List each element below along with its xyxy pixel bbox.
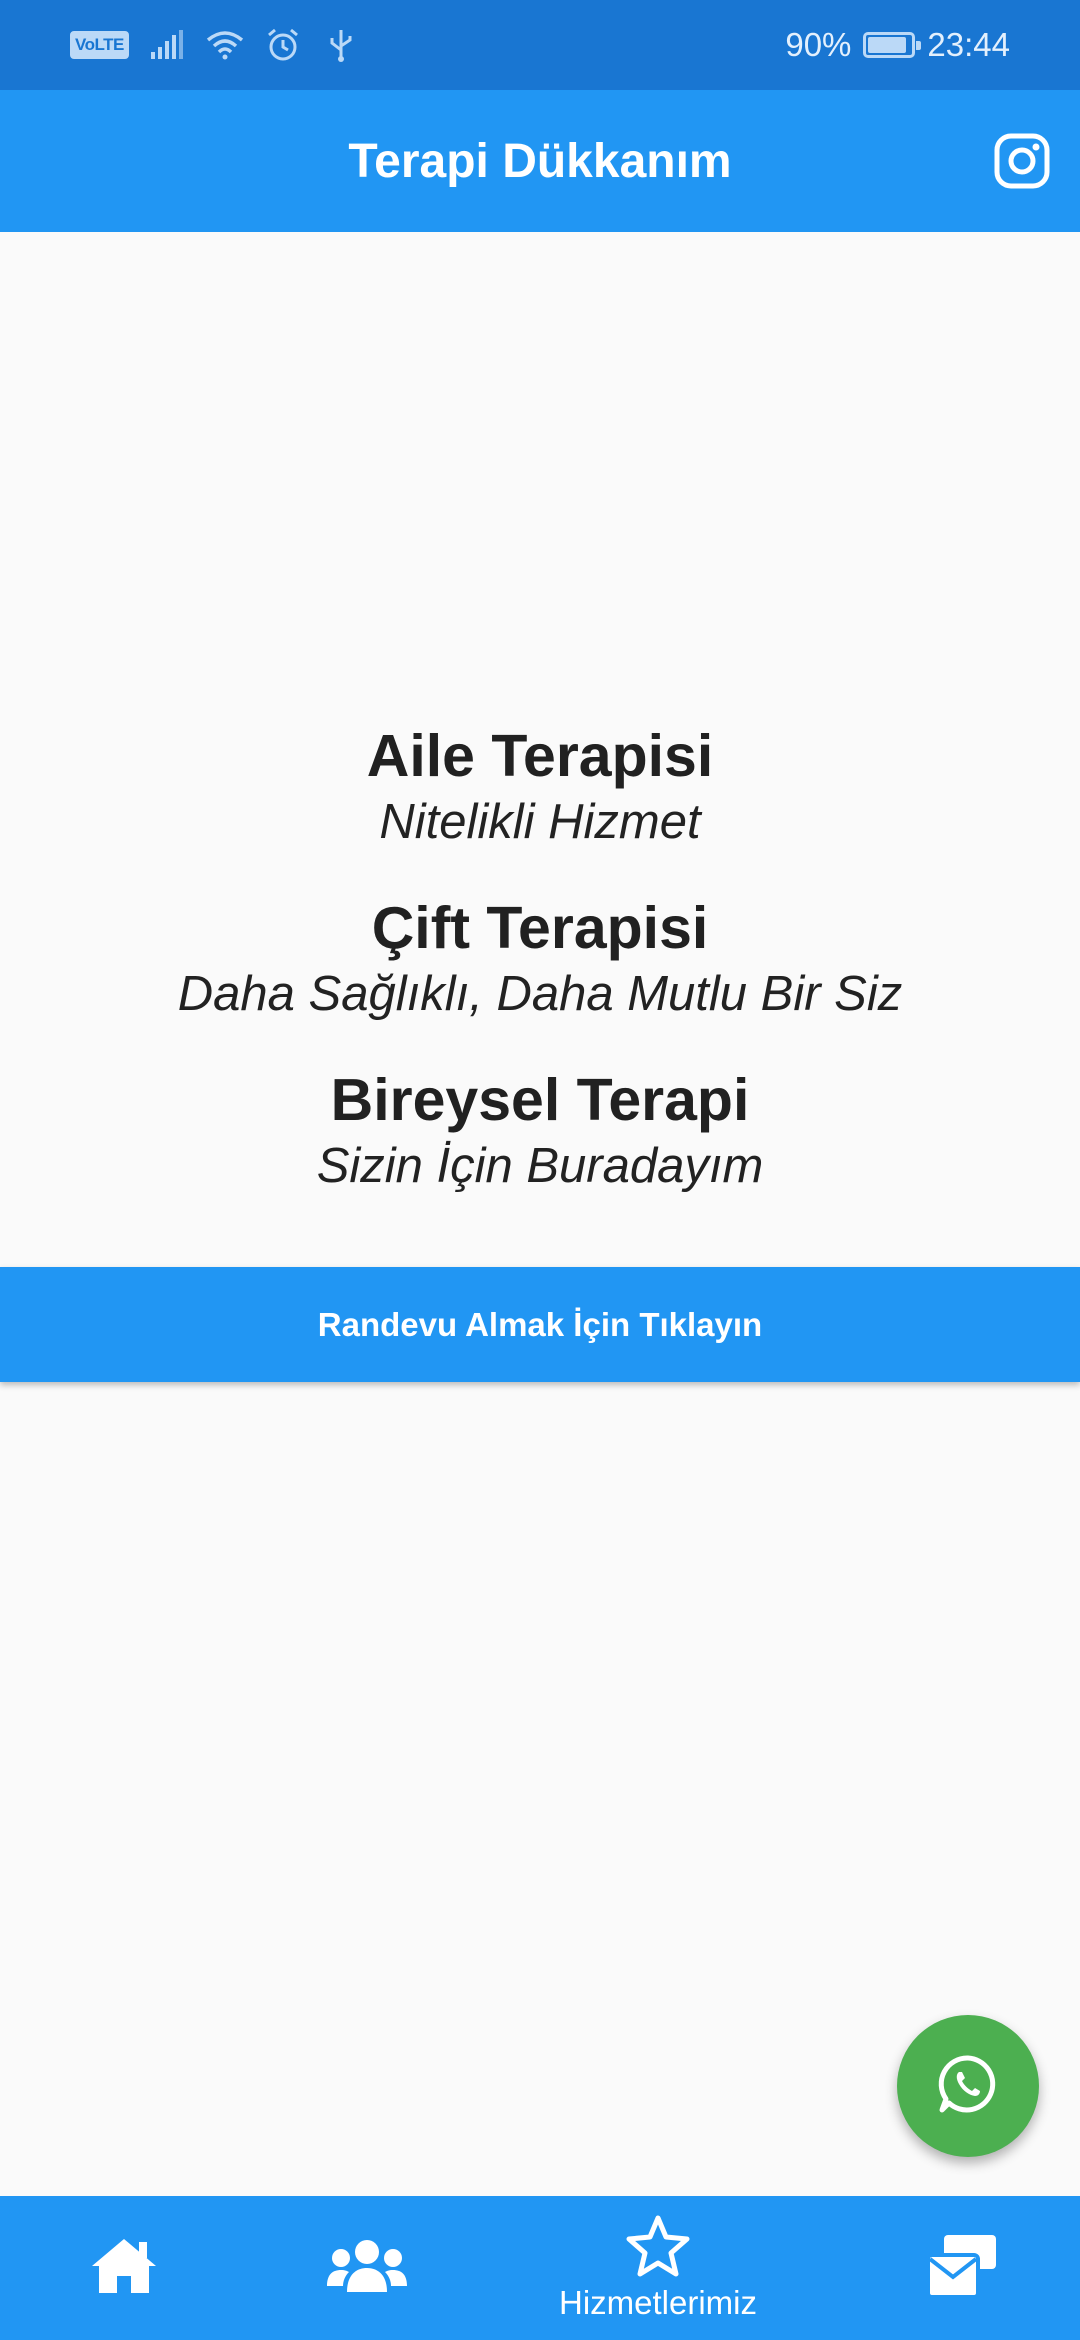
battery-icon [863, 32, 922, 58]
nav-item-contact[interactable] [863, 2196, 1063, 2340]
status-bar: VoLTE 90% 23:44 [0, 0, 1080, 90]
nav-item-services[interactable]: Hizmetlerimiz [558, 2196, 758, 2340]
app-bar: Terapi Dükkanım [0, 90, 1080, 232]
service-title: Bireysel Terapi [330, 1067, 750, 1133]
mail-icon [926, 2233, 1000, 2304]
battery-percent: 90% [785, 26, 852, 63]
service-title: Aile Terapisi [366, 723, 714, 789]
star-icon [625, 2215, 691, 2282]
service-subtitle: Nitelikli Hizmet [379, 795, 701, 849]
service-item: Aile Terapisi Nitelikli Hizmet [0, 720, 1080, 852]
service-item: Bireysel Terapi Sizin İçin Buradayım [0, 1064, 1080, 1196]
whatsapp-icon [937, 2053, 999, 2120]
clock: 23:44 [927, 26, 1010, 63]
users-icon [327, 2238, 407, 2299]
service-subtitle: Sizin İçin Buradayım [316, 1139, 764, 1193]
page-title: Terapi Dükkanım [348, 134, 732, 188]
instagram-icon[interactable] [994, 133, 1050, 189]
battery-level-fill [868, 37, 907, 53]
whatsapp-fab[interactable] [897, 2015, 1039, 2157]
status-right: 90% 23:44 [785, 0, 1010, 90]
nav-item-team[interactable] [267, 2196, 467, 2340]
nav-item-home[interactable] [24, 2196, 224, 2340]
nav-label-services: Hizmetlerimiz [559, 2283, 757, 2321]
service-item: Çift Terapisi Daha Sağlıklı, Daha Mutlu … [0, 892, 1080, 1024]
appointment-button[interactable]: Randevu Almak İçin Tıklayın [0, 1267, 1080, 1382]
wifi-icon [205, 25, 245, 65]
signal-icon [147, 25, 187, 65]
status-left: VoLTE [70, 0, 361, 90]
home-icon [89, 2236, 159, 2301]
services-list: Aile Terapisi Nitelikli Hizmet Çift Tera… [0, 720, 1080, 1236]
alarm-icon [263, 25, 303, 65]
service-title: Çift Terapisi [371, 895, 709, 961]
service-subtitle: Daha Sağlıklı, Daha Mutlu Bir Siz [177, 967, 903, 1021]
bottom-nav: Hizmetlerimiz [0, 2196, 1080, 2340]
volte-badge: VoLTE [70, 31, 129, 59]
usb-icon [321, 25, 361, 65]
